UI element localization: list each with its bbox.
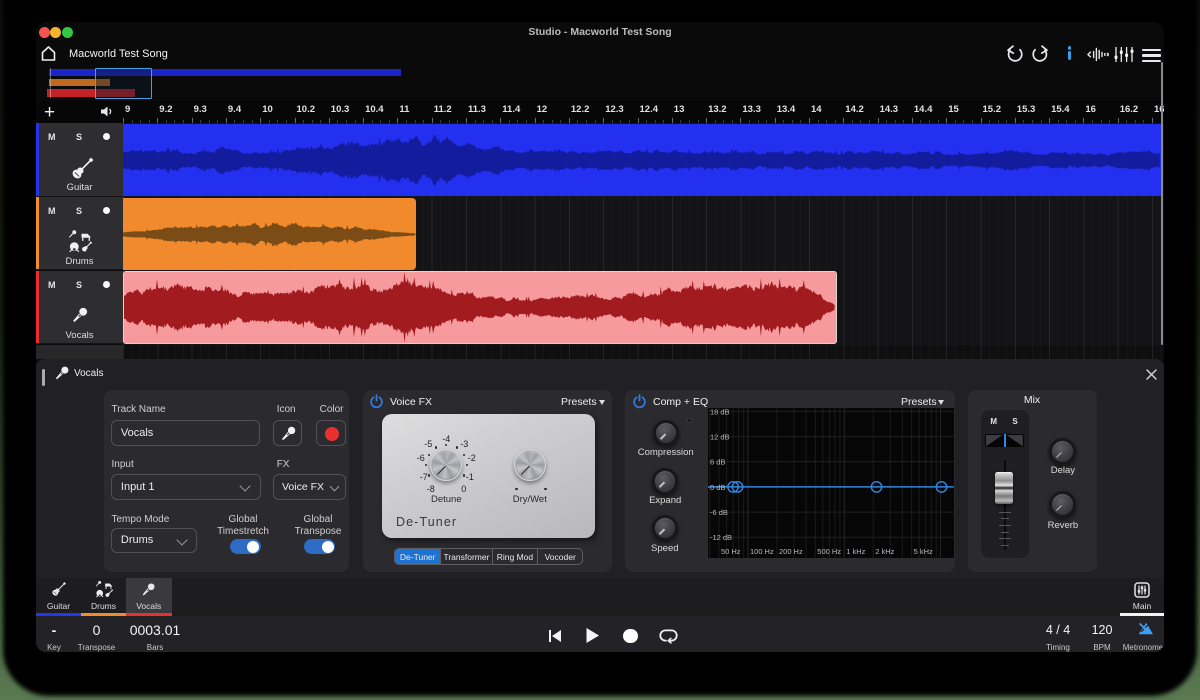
svg-text:6 dB: 6 dB [710,458,725,467]
svg-text:2 kHz: 2 kHz [875,547,894,556]
svg-text:-12 dB: -12 dB [710,533,732,542]
svg-text:18 dB: 18 dB [710,408,730,416]
svg-text:12 dB: 12 dB [710,433,730,442]
svg-text:500 Hz: 500 Hz [817,547,841,556]
svg-text:1 kHz: 1 kHz [846,547,865,556]
svg-text:5 kHz: 5 kHz [914,547,933,556]
svg-text:50 Hz: 50 Hz [721,547,741,556]
svg-text:200 Hz: 200 Hz [779,547,803,556]
svg-text:0 dB: 0 dB [710,483,725,492]
svg-text:100 Hz: 100 Hz [750,547,774,556]
svg-text:-6 dB: -6 dB [710,508,728,517]
